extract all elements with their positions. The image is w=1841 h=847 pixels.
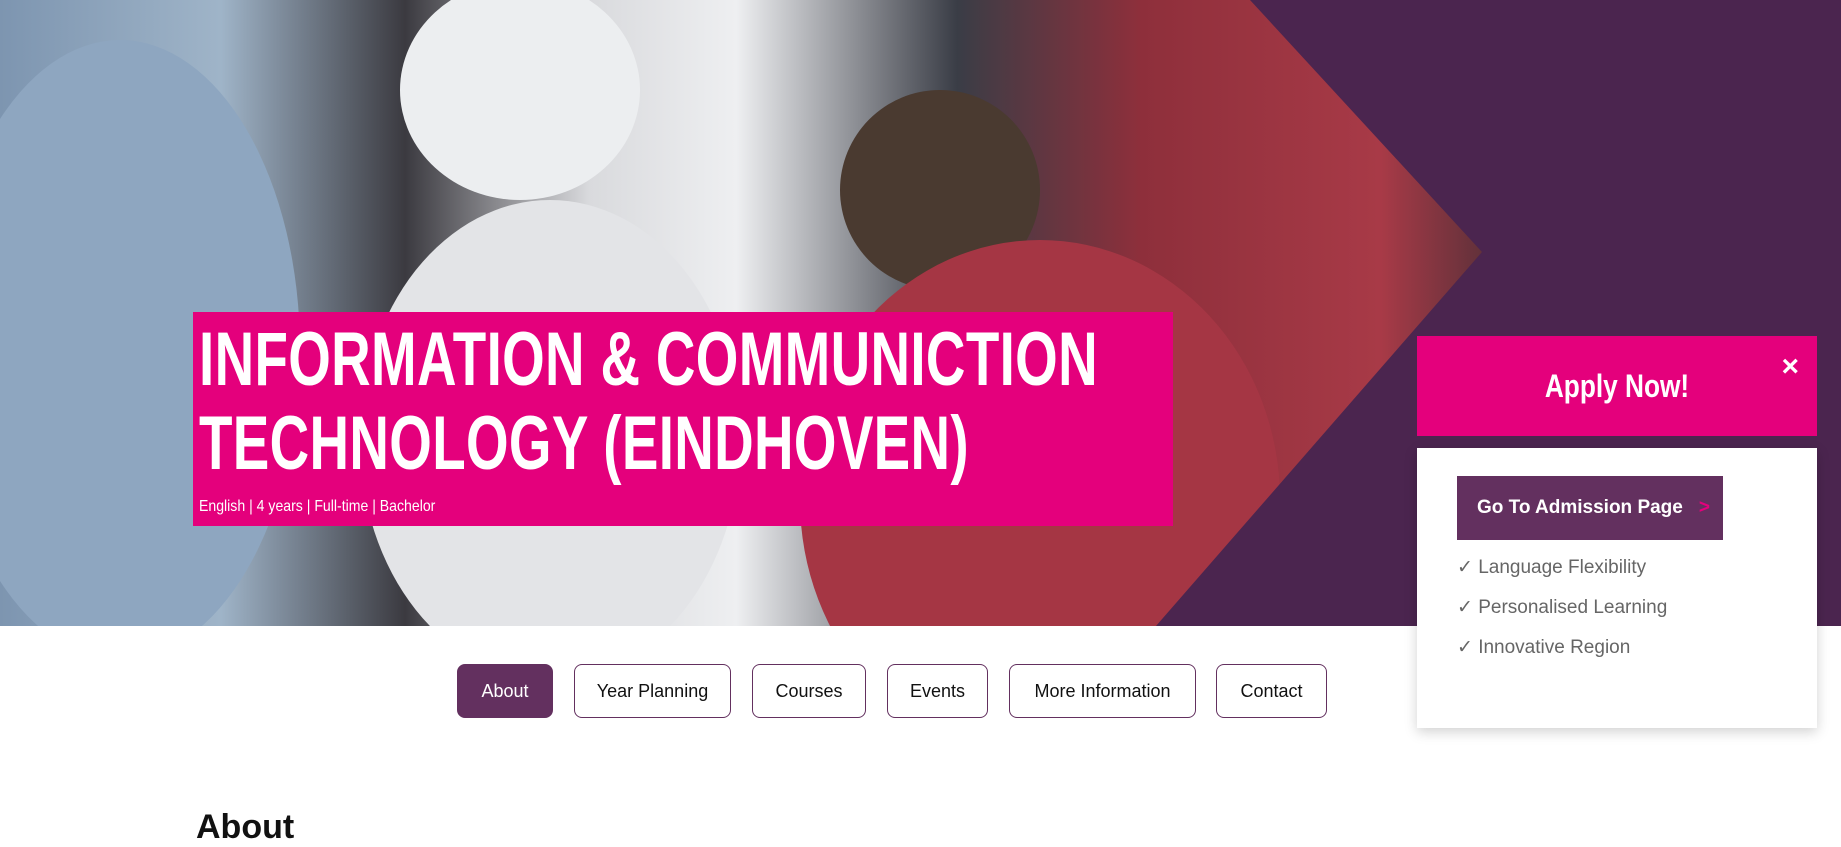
admission-button-label: Go To Admission Page bbox=[1477, 497, 1683, 518]
benefit-item: ✓ Language Flexibility bbox=[1457, 557, 1647, 578]
tab-contact[interactable]: Contact bbox=[1216, 664, 1327, 718]
program-title-line1: INFORMATION & COMMUNICTION bbox=[199, 317, 1098, 402]
benefit-item: ✓ Innovative Region bbox=[1457, 637, 1631, 658]
apply-now-header: Apply Now! × bbox=[1417, 336, 1817, 436]
program-title-box: INFORMATION & COMMUNICTION TECHNOLOGY (E… bbox=[193, 312, 1173, 526]
tab-year-planning[interactable]: Year Planning bbox=[574, 664, 731, 718]
tab-more-information[interactable]: More Information bbox=[1009, 664, 1196, 718]
section-heading: About bbox=[196, 808, 295, 846]
tab-events[interactable]: Events bbox=[887, 664, 988, 718]
tab-courses[interactable]: Courses bbox=[752, 664, 866, 718]
benefit-item: ✓ Personalised Learning bbox=[1457, 597, 1668, 618]
section-tabs: About Year Planning Courses Events More … bbox=[0, 664, 1841, 718]
program-subtitle: English | 4 years | Full-time | Bachelor bbox=[199, 498, 436, 515]
go-to-admission-button[interactable]: Go To Admission Page > bbox=[1457, 476, 1723, 540]
tab-about[interactable]: About bbox=[457, 664, 553, 718]
program-title-line2: TECHNOLOGY (EINDHOVEN) bbox=[199, 401, 969, 486]
apply-now-title: Apply Now! bbox=[1544, 367, 1690, 404]
program-title: INFORMATION & COMMUNICTION TECHNOLOGY (E… bbox=[199, 318, 1098, 486]
close-icon[interactable]: × bbox=[1781, 350, 1799, 384]
chevron-right-icon: > bbox=[1698, 497, 1710, 518]
